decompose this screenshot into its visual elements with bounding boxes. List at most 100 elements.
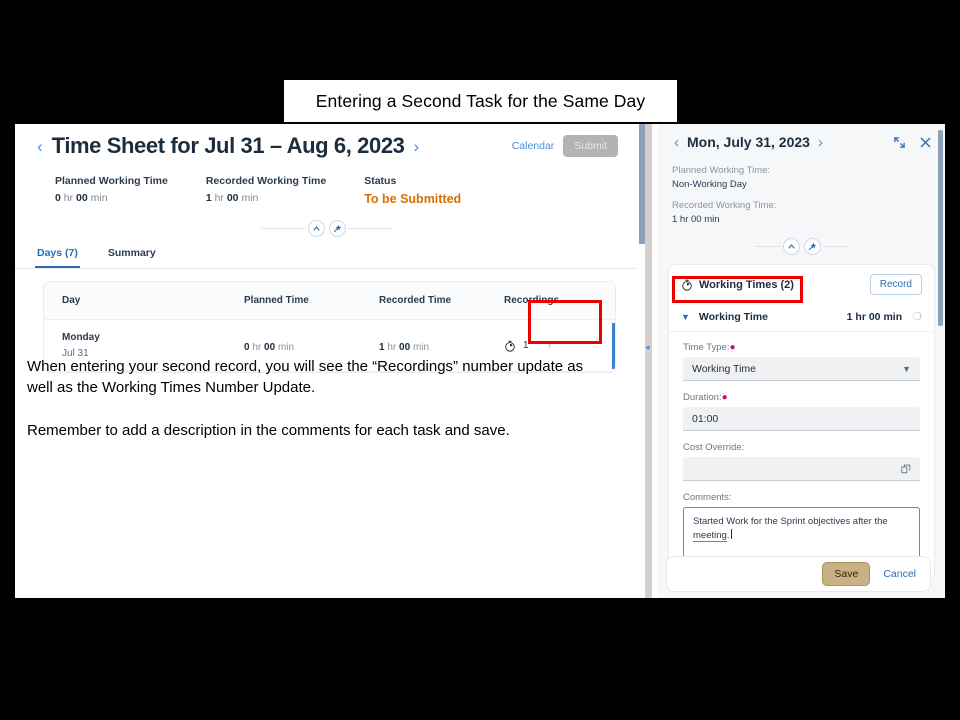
comments-label: Comments: (683, 492, 732, 503)
next-week-icon[interactable]: › (412, 138, 422, 155)
working-time-entry-row[interactable]: ▼ Working Time 1 hr 00 min ❍ (669, 303, 934, 332)
recorded-minutes: 00 (399, 341, 411, 353)
duration-label-text: Duration: (683, 392, 722, 403)
detail-collapse-divider (658, 237, 945, 255)
kpi-status: Status To be Submitted (364, 175, 461, 206)
personalize-button[interactable] (328, 219, 346, 237)
timesheet-header-actions: Calendar Submit (512, 135, 618, 157)
tab-summary[interactable]: Summary (106, 241, 158, 268)
kpi-minutes-unit: min (241, 192, 259, 204)
timesheet-header: ‹ Time Sheet for Jul 31 – Aug 6, 2023 › … (15, 124, 636, 238)
day-detail-header-icons (894, 136, 931, 148)
table-header-row: Day Planned Time Recorded Time Recording… (44, 282, 615, 320)
column-header-day: Day (62, 295, 81, 306)
meta-value: Non-Working Day (672, 179, 747, 190)
splitter-scroll-thumb[interactable] (639, 124, 645, 244)
value-help-button[interactable] (901, 464, 911, 474)
status-label: Status (364, 175, 397, 187)
row-navigate-icon[interactable]: › (548, 340, 551, 351)
panel-splitter[interactable]: ◂ (636, 124, 658, 598)
cancel-button[interactable]: Cancel (883, 568, 916, 580)
time-type-value: Working Time (692, 362, 756, 375)
working-time-entry-duration: 1 hr 00 min (846, 310, 903, 323)
collapse-header-button[interactable] (307, 219, 325, 237)
slide-title-caption: Entering a Second Task for the Same Day (284, 80, 677, 122)
text-cursor (731, 529, 733, 540)
timesheet-tabs: Days (7) Summary (15, 241, 636, 269)
calendar-link[interactable]: Calendar (512, 140, 555, 152)
meta-planned-working-time: Planned Working Time: Non-Working Day (672, 165, 931, 190)
previous-week-icon[interactable]: ‹ (35, 138, 45, 155)
expand-icon (894, 136, 905, 148)
kpi-hours: 1 (205, 192, 212, 204)
meta-label: Recorded Working Time: (672, 200, 777, 211)
kpi-minutes-unit: min (90, 192, 108, 204)
collapse-panel-chevron-icon[interactable]: ◂ (645, 342, 650, 353)
kpi-hours-unit: hr (63, 192, 74, 204)
kpi-recorded-working-time: Recorded Working Time 1 hr 00 min (206, 175, 326, 206)
working-times-header: Working Times (2) Record (669, 265, 934, 303)
next-day-icon[interactable]: › (816, 135, 825, 150)
cell-recorded-time: 1 hr 00 min (379, 337, 504, 355)
tab-days[interactable]: Days (7) (35, 241, 80, 268)
kpi-value: 0 hr 00 min (55, 192, 168, 204)
expand-button[interactable] (894, 136, 905, 148)
save-button[interactable]: Save (822, 562, 871, 586)
body-paragraph-2: Remember to add a description in the com… (27, 421, 510, 439)
cost-override-label: Cost Override: (683, 442, 745, 453)
header-collapse-divider (35, 218, 618, 238)
page-title: Time Sheet for Jul 31 – Aug 6, 2023 (51, 133, 405, 158)
timesheet-kpi-row: Planned Working Time 0 hr 00 min Recorde… (35, 175, 618, 206)
previous-day-icon[interactable]: ‹ (672, 135, 681, 150)
duration-input[interactable]: 01:00 (683, 407, 920, 431)
time-type-select[interactable]: Working Time ▼ (683, 357, 920, 381)
record-button[interactable]: Record (869, 274, 922, 295)
working-times-title: Working Times (2) (699, 278, 794, 291)
kpi-planned-working-time: Planned Working Time 0 hr 00 min (55, 175, 168, 206)
kpi-label: Planned Working Time (55, 175, 168, 187)
chevron-up-icon (312, 225, 320, 231)
settings-wand-icon (808, 242, 816, 250)
column-header-recorded-time: Recorded Time (379, 295, 452, 306)
kpi-minutes: 00 (76, 192, 88, 204)
cell-planned-time: 0 hr 00 min (244, 337, 379, 355)
recorded-minutes-unit: min (412, 341, 430, 353)
kpi-value: 1 hr 00 min (206, 192, 326, 204)
working-time-form: Time Type:● Working Time ▼ Duration:● 01… (669, 332, 934, 581)
close-button[interactable] (920, 137, 931, 148)
close-icon (920, 137, 931, 147)
submit-button[interactable]: Submit (563, 135, 618, 157)
timesheet-panel: ‹ Time Sheet for Jul 31 – Aug 6, 2023 › … (15, 124, 636, 598)
cost-override-input[interactable] (683, 457, 920, 481)
kpi-hours: 0 (55, 192, 61, 204)
time-type-label-text: Time Type: (683, 342, 730, 353)
recorded-hours: 1 (379, 341, 385, 353)
recordings-badge[interactable]: 1 › (504, 340, 615, 352)
detail-personalize-button[interactable] (803, 237, 821, 255)
timesheet-title-row: ‹ Time Sheet for Jul 31 – Aug 6, 2023 › … (35, 133, 618, 159)
slide-body-text: When entering your second record, you wi… (27, 356, 607, 441)
comments-text-part1: Started Work for the Sprint objectives a… (693, 516, 888, 527)
planned-hours-unit: hr (252, 341, 262, 353)
planned-minutes: 00 (264, 341, 276, 353)
stopwatch-icon (505, 340, 515, 352)
detail-scrollbar-thumb[interactable] (938, 130, 943, 326)
duration-value: 01:00 (692, 412, 719, 425)
day-detail-header: ‹ Mon, July 31, 2023 › (658, 124, 945, 150)
stopwatch-icon (682, 279, 692, 291)
cell-recordings[interactable]: 1 › (504, 340, 615, 352)
comments-text-spellcheck: meeting (693, 530, 727, 543)
collapse-detail-header-button[interactable] (782, 237, 800, 255)
recordings-count: 1 (523, 340, 529, 351)
comments-text-part2: . (726, 530, 730, 542)
splitter-track[interactable] (645, 124, 652, 598)
day-detail-title: Mon, July 31, 2023 (687, 134, 810, 150)
required-marker: ● (721, 392, 728, 403)
chevron-down-icon[interactable]: ▼ (681, 312, 690, 322)
recorded-hours-unit: hr (387, 341, 397, 353)
chevron-down-icon[interactable]: ▼ (902, 364, 911, 374)
day-name: Monday (62, 332, 100, 343)
day-detail-panel: ‹ Mon, July 31, 2023 › Planned Working T… (658, 124, 945, 598)
slide-title-text: Entering a Second Task for the Same Day (315, 90, 646, 111)
delete-entry-icon[interactable]: ❍ (912, 310, 922, 323)
